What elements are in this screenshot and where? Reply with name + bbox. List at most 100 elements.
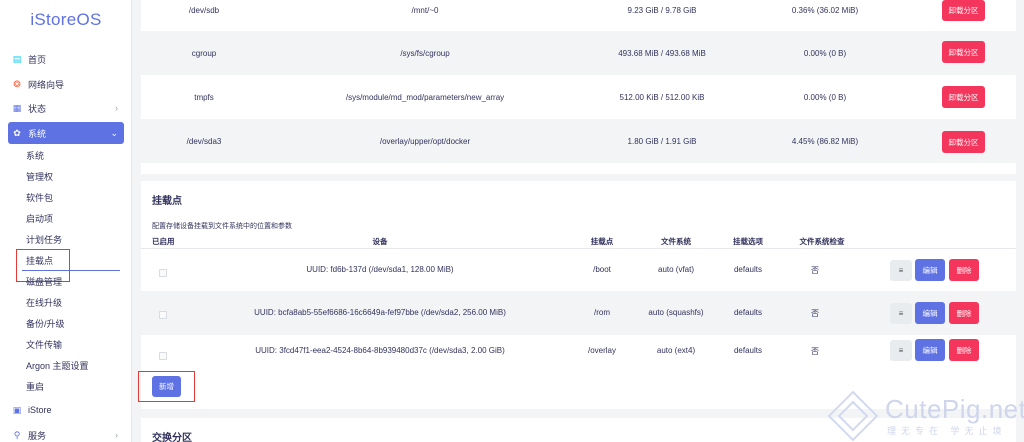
- sidebar-item-home[interactable]: ▤ 首页: [8, 48, 124, 70]
- delete-button[interactable]: 删除: [949, 302, 979, 324]
- istore-icon: ▣: [12, 404, 22, 415]
- edit-button[interactable]: 编辑: [915, 339, 945, 361]
- watermark-logo-icon: [827, 390, 879, 442]
- device-cell: UUID: 3fcd47f1-eea2-4524-8b64-8b939480d3…: [255, 346, 505, 355]
- column-header-enabled: 已启用: [152, 237, 175, 246]
- mount-cell: /overlay: [587, 346, 617, 355]
- sort-handle-icon[interactable]: ≡: [890, 260, 912, 281]
- edit-button[interactable]: 编辑: [915, 259, 945, 281]
- sidebar-item-label: 服务: [28, 430, 47, 441]
- sidebar-item-label: 状态: [28, 103, 47, 114]
- table-row: tmpfs /sys/module/md_mod/parameters/new_…: [141, 75, 1016, 119]
- sidebar-item-label: 系统: [28, 128, 47, 139]
- mount-cell: /boot: [593, 265, 611, 274]
- device-cell: /dev/sdb: [188, 6, 220, 15]
- delete-button[interactable]: 删除: [949, 339, 979, 361]
- column-header-filesystem: 文件系统: [661, 237, 691, 246]
- mount-cell: /sys/fs/cgroup: [400, 49, 450, 58]
- device-cell: UUID: fd6b-137d (/dev/sda1, 128.00 MiB): [306, 265, 454, 274]
- column-header-device: 设备: [372, 237, 388, 246]
- gear-icon: ✿: [13, 127, 21, 138]
- wizard-icon: ❂: [13, 78, 21, 89]
- chevron-right-icon: ›: [115, 430, 118, 440]
- sidebar-item-istore[interactable]: ▣ iStore: [8, 399, 124, 421]
- column-header-fs-check: 文件系统检查: [799, 237, 845, 246]
- status-icon: ▦: [12, 102, 22, 113]
- table-row: UUID: 3fcd47f1-eea2-4524-8b64-8b939480d3…: [141, 335, 1016, 371]
- check-cell: 否: [811, 347, 819, 356]
- table-row: /dev/sda3 /overlay/upper/opt/docker 1.80…: [141, 119, 1016, 163]
- mount-cell: /rom: [594, 308, 610, 317]
- sidebar-item-label: 首页: [28, 54, 47, 65]
- highlight-box: [138, 371, 195, 402]
- watermark-subtext: 理无专在 学无止境: [887, 426, 1007, 436]
- sidebar-item-network-wizard[interactable]: ❂ 网络向导: [8, 73, 124, 95]
- column-header-mount-options: 挂载选项: [733, 237, 763, 246]
- unmount-button[interactable]: 卸载分区: [942, 86, 985, 108]
- chevron-down-icon: ⌄: [110, 127, 118, 138]
- mount-cell: /sys/module/md_mod/parameters/new_array: [345, 93, 505, 102]
- sort-handle-icon[interactable]: ≡: [890, 340, 912, 361]
- sidebar-item-services[interactable]: ⚲ 服务 ›: [8, 424, 124, 442]
- delete-button[interactable]: 删除: [949, 259, 979, 281]
- sub-item-disk-management[interactable]: 磁盘管理: [26, 274, 62, 290]
- sub-item-admin[interactable]: 管理权: [26, 169, 53, 185]
- sort-handle-icon[interactable]: ≡: [890, 303, 912, 324]
- fs-cell: auto (ext4): [656, 346, 696, 355]
- check-cell: 否: [811, 309, 819, 318]
- watermark: CutePig.net 理无专在 学无止境: [825, 390, 1024, 442]
- sidebar-item-status[interactable]: ▦ 状态 ›: [8, 97, 124, 119]
- usage-cell: 4.45% (86.82 MiB): [791, 137, 859, 146]
- table-row: /dev/sdb /mnt/~0 9.23 GiB / 9.78 GiB 0.3…: [141, 0, 1016, 31]
- section-description: 配置存储设备挂载到文件系统中的位置和参数: [152, 223, 292, 230]
- logo[interactable]: iStoreOS: [0, 10, 132, 30]
- device-cell: /dev/sda3: [186, 137, 222, 146]
- mount-cell: /overlay/upper/opt/docker: [379, 137, 471, 146]
- services-icon: ⚲: [13, 429, 21, 440]
- sub-item-scheduled-tasks[interactable]: 计划任务: [26, 232, 62, 248]
- device-cell: UUID: bcfa8ab5-55ef6686-16c6649a-fef97bb…: [254, 308, 506, 317]
- sidebar-item-label: 网络向导: [28, 79, 65, 90]
- column-header-mount-point: 挂载点: [590, 237, 614, 246]
- options-cell: defaults: [733, 308, 763, 317]
- table-row: UUID: bcfa8ab5-55ef6686-16c6649a-fef97bb…: [141, 291, 1016, 335]
- sub-item-reboot[interactable]: 重启: [26, 379, 44, 395]
- enabled-checkbox[interactable]: [159, 311, 167, 319]
- check-cell: 否: [811, 266, 819, 275]
- usage-cell: 0.36% (36.02 MiB): [791, 6, 859, 15]
- section-title: 交换分区: [152, 433, 192, 442]
- sub-item-argon-theme[interactable]: Argon 主题设置: [26, 358, 89, 374]
- sidebar-item-label: iStore: [28, 405, 52, 415]
- section-title: 挂载点: [152, 196, 182, 207]
- device-cell: cgroup: [191, 49, 217, 58]
- usage-cell: 0.00% (0 B): [803, 49, 847, 58]
- watermark-text: CutePig.net: [885, 394, 1024, 424]
- sub-item-system[interactable]: 系统: [26, 148, 44, 164]
- partitions-panel: /dev/sdb /mnt/~0 9.23 GiB / 9.78 GiB 0.3…: [141, 0, 1016, 174]
- unmount-button[interactable]: 卸载分区: [942, 131, 985, 153]
- usage-cell: 0.00% (0 B): [803, 93, 847, 102]
- enabled-checkbox[interactable]: [159, 352, 167, 360]
- enabled-checkbox[interactable]: [159, 269, 167, 277]
- size-cell: 493.68 MiB / 493.68 MiB: [618, 49, 706, 58]
- size-cell: 9.23 GiB / 9.78 GiB: [627, 6, 697, 15]
- sidebar-item-system[interactable]: ✿ 系统 ⌄: [8, 122, 124, 144]
- device-cell: tmpfs: [194, 93, 214, 102]
- sidebar: iStoreOS ▤ 首页 ❂ 网络向导 ▦ 状态 › ✿ 系统 ⌄ 系统 管理…: [0, 0, 132, 442]
- table-row: cgroup /sys/fs/cgroup 493.68 MiB / 493.6…: [141, 31, 1016, 75]
- options-cell: defaults: [733, 265, 763, 274]
- unmount-button[interactable]: 卸载分区: [942, 0, 985, 21]
- size-cell: 512.00 KiB / 512.00 KiB: [619, 93, 705, 102]
- size-cell: 1.80 GiB / 1.91 GiB: [627, 137, 697, 146]
- sub-item-file-transfer[interactable]: 文件传输: [26, 337, 62, 353]
- sub-item-startup[interactable]: 启动项: [26, 211, 53, 227]
- options-cell: defaults: [733, 346, 763, 355]
- sub-item-online-upgrade[interactable]: 在线升级: [26, 295, 62, 311]
- chevron-right-icon: ›: [115, 103, 118, 113]
- sub-item-backup-upgrade[interactable]: 备份/升级: [26, 316, 65, 332]
- edit-button[interactable]: 编辑: [915, 302, 945, 324]
- mount-cell: /mnt/~0: [411, 6, 439, 15]
- fs-cell: auto (squashfs): [648, 308, 704, 317]
- unmount-button[interactable]: 卸载分区: [942, 41, 985, 63]
- sub-item-packages[interactable]: 软件包: [26, 190, 53, 206]
